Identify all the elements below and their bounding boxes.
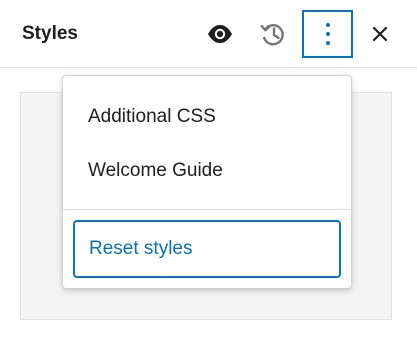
close-icon: [372, 26, 388, 42]
panel-header: Styles: [0, 0, 417, 68]
close-button[interactable]: [358, 10, 402, 58]
history-icon: [259, 20, 287, 48]
panel-title: Styles: [22, 23, 78, 44]
menu-separator: [63, 209, 351, 210]
eye-icon: [207, 24, 233, 44]
more-options-menu: Additional CSS Welcome Guide Reset style…: [62, 75, 352, 289]
style-preview-button[interactable]: [200, 10, 240, 58]
reset-styles-button[interactable]: Reset styles: [73, 220, 341, 278]
more-vertical-icon: [325, 22, 331, 46]
menu-item-additional-css[interactable]: Additional CSS: [88, 105, 216, 129]
menu-item-welcome-guide[interactable]: Welcome Guide: [88, 159, 223, 183]
more-options-button[interactable]: [302, 10, 353, 58]
styles-panel: Styles Additional CSS Welcome Guide Rese…: [0, 0, 417, 353]
revisions-button[interactable]: [251, 10, 295, 58]
